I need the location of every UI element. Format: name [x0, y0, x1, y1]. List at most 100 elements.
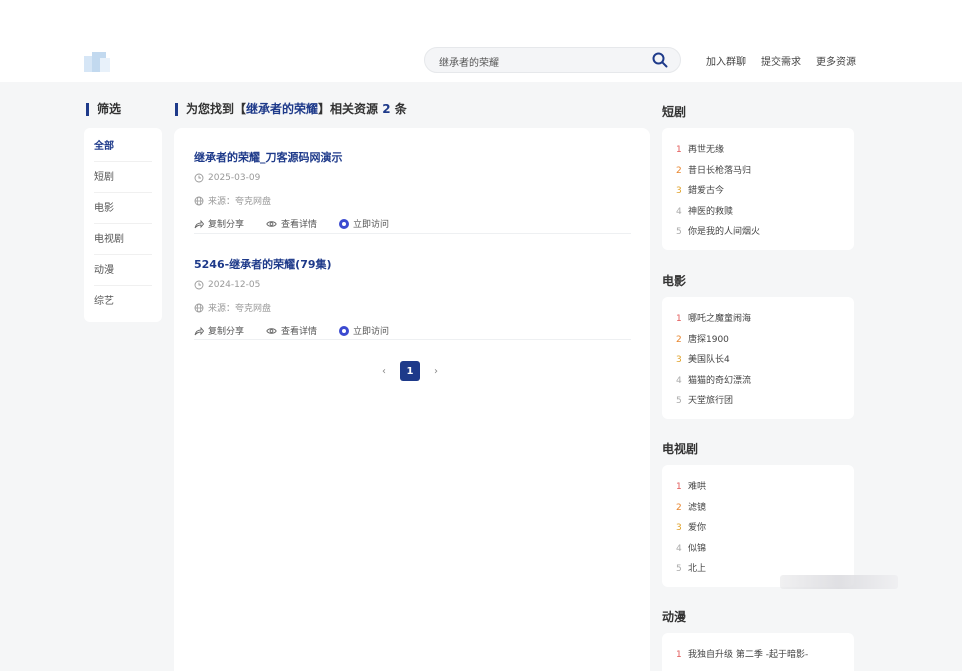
result-actions: 复制分享 查看详情 立即访问 — [194, 217, 389, 230]
result-date-text: 2024-12-05 — [208, 280, 261, 290]
sidebar-item-label: 你是我的人间烟火 — [688, 227, 761, 237]
search-bar — [424, 47, 681, 73]
top-header: 加入群聊 提交需求 更多资源 — [0, 0, 962, 82]
sidebar-item-label: 滤镜 — [688, 503, 707, 513]
sidebar-item[interactable]: 5 天堂旅行团 — [676, 393, 733, 406]
result-heading-suffix: 条 — [390, 102, 407, 116]
filter-panel: 全部 短剧 电影 电视剧 动漫 综艺 — [84, 128, 162, 322]
result-title[interactable]: 继承者的荣耀_刀客源码网演示 — [194, 149, 343, 165]
eye-icon — [266, 220, 277, 227]
sidebar-item[interactable]: 4 神医的救赎 — [676, 204, 733, 217]
sidebar-item-label: 我独自升级 第二季 -起于暗影- — [688, 650, 809, 660]
sidebar-item-label: 爱你 — [688, 523, 707, 533]
site-logo[interactable] — [84, 52, 112, 72]
sidebar-item-label: 神医的救赎 — [688, 207, 734, 217]
filter-item-anime[interactable]: 动漫 — [94, 255, 152, 286]
view-details-button[interactable]: 查看详情 — [266, 217, 317, 230]
filter-item-all[interactable]: 全部 — [94, 131, 152, 162]
sidebar-item-label: 錯爱古今 — [688, 186, 725, 196]
sidebar-item[interactable]: 1 再世无缘 — [676, 142, 724, 155]
search-input[interactable] — [439, 52, 639, 70]
sidebar-item-label: 昔日长枪落马归 — [688, 166, 752, 176]
sidebar-list-short-drama: 1 再世无缘 2 昔日长枪落马归 3 錯爱古今 4 神医的救赎 5 你是我的人间烟火 — [662, 128, 854, 250]
view-details-button[interactable]: 查看详情 — [266, 324, 317, 337]
result-heading-middle: 】相关资源 — [318, 102, 383, 116]
result-heading-keyword: 继承者的荣耀 — [246, 102, 319, 116]
share-icon — [194, 326, 204, 335]
result-source: 来源：夸克网盘 — [194, 301, 271, 314]
search-icon[interactable] — [652, 52, 668, 68]
sidebar-item-label: 唐探1900 — [688, 335, 729, 345]
visit-now-button[interactable]: 立即访问 — [339, 324, 389, 337]
result-count: 2 — [382, 102, 391, 116]
sidebar-item-label: 哪吒之魔童闹海 — [688, 314, 752, 324]
result-source: 来源：夸克网盘 — [194, 194, 271, 207]
copy-share-button[interactable]: 复制分享 — [194, 324, 244, 337]
filter-item-movie[interactable]: 电影 — [94, 193, 152, 224]
visit-icon — [339, 218, 350, 229]
eye-icon — [266, 327, 277, 334]
sidebar-item[interactable]: 5 北上 — [676, 561, 706, 574]
sidebar-item-label: 美国队长4 — [688, 355, 730, 365]
result-title[interactable]: 5246-继承者的荣耀(79集) — [194, 256, 332, 272]
filter-item-tv-series[interactable]: 电视剧 — [94, 224, 152, 255]
visit-now-label: 立即访问 — [353, 220, 390, 230]
globe-icon — [194, 303, 204, 312]
filter-item-short-drama[interactable]: 短剧 — [94, 162, 152, 193]
sidebar-item[interactable]: 2 滤镜 — [676, 500, 706, 513]
scrollbar[interactable] — [962, 0, 971, 671]
sidebar-title-short-drama: 短剧 — [662, 105, 687, 119]
top-nav: 加入群聊 提交需求 更多资源 — [706, 53, 856, 68]
sidebar-item[interactable]: 2 唐探1900 — [676, 332, 729, 345]
sidebar-item[interactable]: 3 錯爱古今 — [676, 183, 724, 196]
prev-page-button[interactable]: ‹ — [382, 366, 386, 377]
result-source-text: 来源：夸克网盘 — [208, 304, 272, 314]
sidebar-item[interactable]: 1 哪吒之魔童闹海 — [676, 311, 751, 324]
filter-item-variety[interactable]: 综艺 — [94, 286, 152, 317]
sidebar-item[interactable]: 1 我独自升级 第二季 -起于暗影- — [676, 647, 808, 660]
sidebar-list-anime: 1 我独自升级 第二季 -起于暗影- — [662, 633, 854, 671]
sidebar-item[interactable]: 2 昔日长枪落马归 — [676, 163, 751, 176]
sidebar-item[interactable]: 4 猫猫的奇幻漂流 — [676, 373, 751, 386]
sidebar-title-anime: 动漫 — [662, 610, 687, 624]
nav-more-resources[interactable]: 更多资源 — [816, 53, 856, 68]
copy-share-label: 复制分享 — [208, 220, 245, 230]
sidebar-item[interactable]: 3 爱你 — [676, 520, 706, 533]
nav-submit-request[interactable]: 提交需求 — [761, 53, 801, 68]
sidebar-item[interactable]: 3 美国队长4 — [676, 352, 730, 365]
result-date-text: 2025-03-09 — [208, 173, 261, 183]
visit-icon — [339, 325, 350, 336]
pagination: ‹ 1 › — [382, 361, 438, 381]
nav-join-group[interactable]: 加入群聊 — [706, 53, 746, 68]
sidebar-item-label: 猫猫的奇幻漂流 — [688, 376, 752, 386]
result-item: 继承者的荣耀_刀客源码网演示 2025-03-09 来源：夸克网盘 复制分享 查… — [194, 128, 631, 234]
copy-share-label: 复制分享 — [208, 327, 245, 337]
sidebar-item-label: 似锦 — [688, 544, 707, 554]
clock-icon — [194, 173, 204, 183]
copy-share-button[interactable]: 复制分享 — [194, 217, 244, 230]
filter-title: 筛选 — [86, 103, 121, 116]
sidebar-list-tv-series: 1 难哄 2 滤镜 3 爱你 4 似锦 5 北上 — [662, 465, 854, 587]
next-page-button[interactable]: › — [434, 366, 438, 377]
share-icon — [194, 219, 204, 228]
sidebar-item-label: 天堂旅行团 — [688, 396, 734, 406]
view-details-label: 查看详情 — [281, 327, 318, 337]
sidebar-item-label: 难哄 — [688, 482, 707, 492]
sidebar-item-label: 北上 — [688, 564, 707, 574]
sidebar-title-tv-series: 电视剧 — [662, 442, 699, 456]
globe-icon — [194, 196, 204, 205]
sidebar-item[interactable]: 4 似锦 — [676, 541, 706, 554]
sidebar-item-label: 再世无缘 — [688, 145, 725, 155]
clock-icon — [194, 280, 204, 290]
blurred-watermark — [780, 575, 898, 589]
page-1-button[interactable]: 1 — [400, 361, 420, 381]
results-panel: 继承者的荣耀_刀客源码网演示 2025-03-09 来源：夸克网盘 复制分享 查… — [174, 128, 650, 671]
sidebar-item[interactable]: 1 难哄 — [676, 479, 706, 492]
sidebar-list-movie: 1 哪吒之魔童闹海 2 唐探1900 3 美国队长4 4 猫猫的奇幻漂流 5 天堂旅行团 — [662, 297, 854, 419]
sidebar-item[interactable]: 5 你是我的人间烟火 — [676, 224, 760, 237]
result-source-text: 来源：夸克网盘 — [208, 197, 272, 207]
visit-now-button[interactable]: 立即访问 — [339, 217, 389, 230]
result-actions: 复制分享 查看详情 立即访问 — [194, 324, 389, 337]
result-date: 2024-12-05 — [194, 280, 260, 290]
result-item: 5246-继承者的荣耀(79集) 2024-12-05 来源：夸克网盘 复制分享… — [194, 234, 631, 340]
